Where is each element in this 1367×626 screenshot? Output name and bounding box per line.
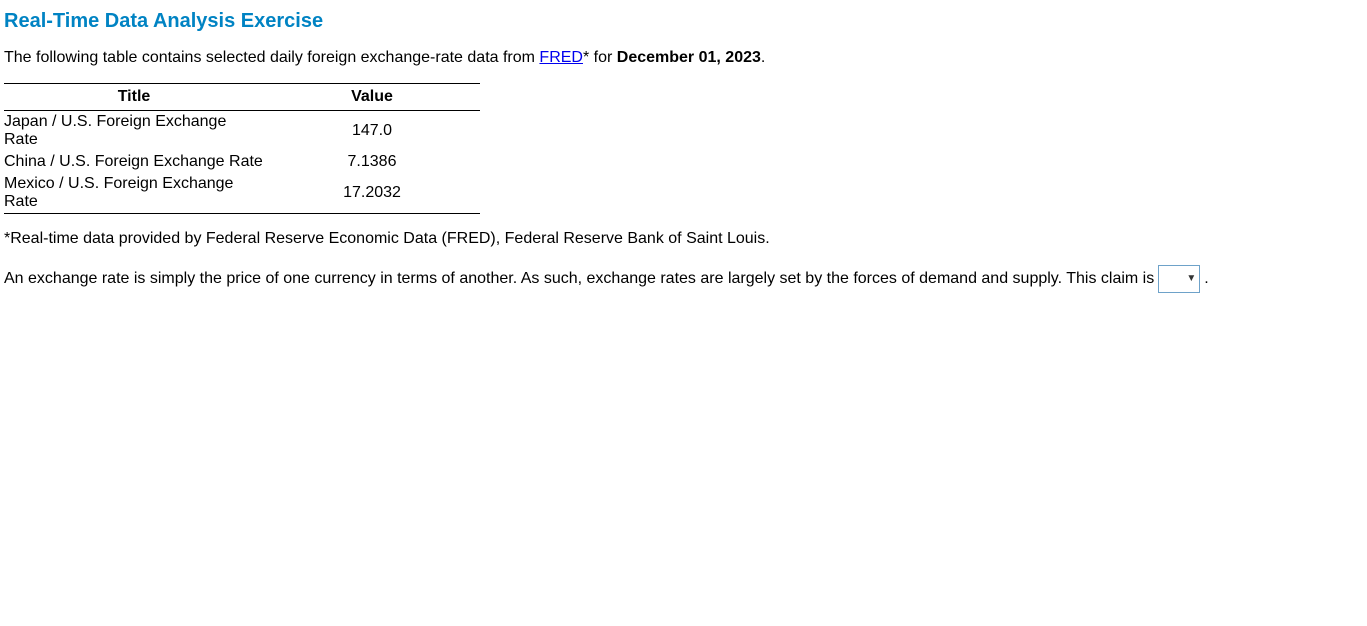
cell-title: Mexico / U.S. Foreign Exchange Rate <box>4 173 270 214</box>
fred-link[interactable]: FRED <box>539 49 583 66</box>
intro-date: December 01, 2023 <box>617 49 761 66</box>
intro-prefix: The following table contains selected da… <box>4 49 539 66</box>
cell-title: China / U.S. Foreign Exchange Rate <box>4 151 270 173</box>
question-text: An exchange rate is simply the price of … <box>4 266 1154 292</box>
answer-select-wrap <box>1158 265 1200 293</box>
page-title: Real-Time Data Analysis Exercise <box>4 10 1363 33</box>
intro-suffix: . <box>761 49 765 66</box>
question-trailing: . <box>1204 266 1208 292</box>
cell-value: 147.0 <box>270 111 480 152</box>
exchange-rate-table: Title Value Japan / U.S. Foreign Exchang… <box>4 83 480 214</box>
table-row: China / U.S. Foreign Exchange Rate 7.138… <box>4 151 480 173</box>
question-paragraph: An exchange rate is simply the price of … <box>4 265 1363 293</box>
col-header-title: Title <box>4 84 270 111</box>
cell-title: Japan / U.S. Foreign Exchange Rate <box>4 111 270 152</box>
table-row: Mexico / U.S. Foreign Exchange Rate 17.2… <box>4 173 480 214</box>
cell-value: 17.2032 <box>270 173 480 214</box>
cell-value: 7.1386 <box>270 151 480 173</box>
intro-mid: * for <box>583 49 617 66</box>
answer-dropdown[interactable] <box>1158 265 1200 293</box>
intro-paragraph: The following table contains selected da… <box>4 47 1363 69</box>
footnote: *Real-time data provided by Federal Rese… <box>4 228 1363 250</box>
table-row: Japan / U.S. Foreign Exchange Rate 147.0 <box>4 111 480 152</box>
col-header-value: Value <box>270 84 480 111</box>
